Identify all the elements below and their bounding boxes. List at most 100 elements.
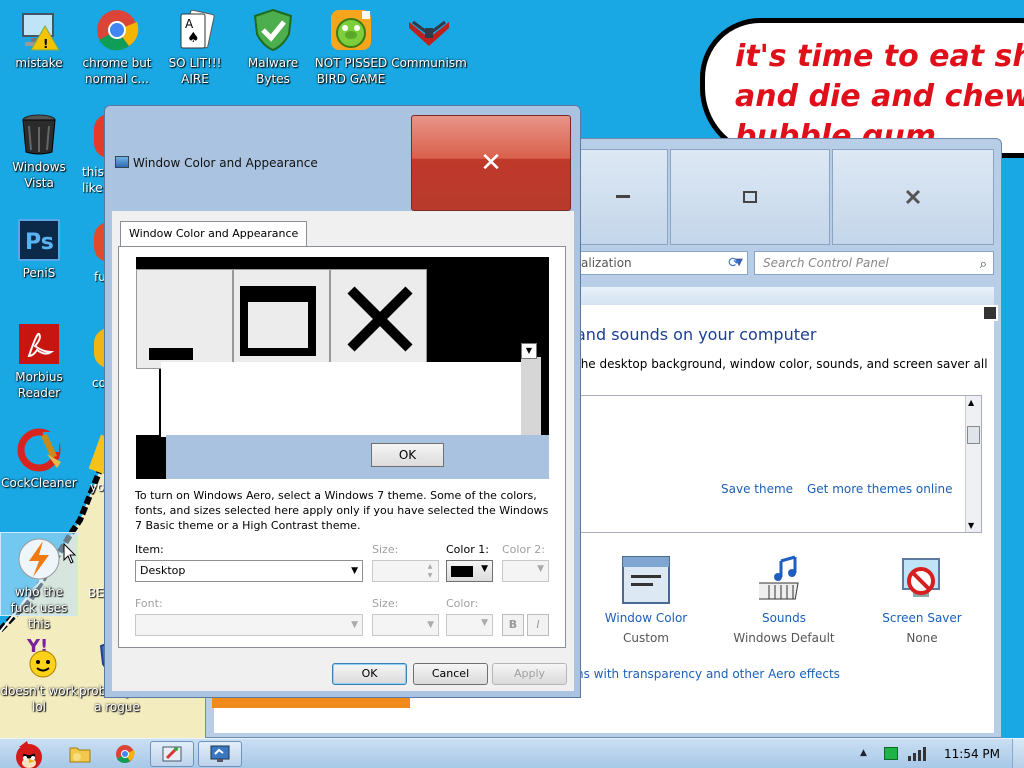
minimize-button[interactable]	[578, 149, 668, 245]
dialog-client-area: Window Color and Appearance ▼ OK To turn…	[112, 211, 574, 691]
window-color-dialog[interactable]: Window Color and Appearance ✕ Window Col…	[104, 105, 581, 698]
desktop-icon-solitaire[interactable]: A ♠ SO LIT!!! AIRE	[156, 8, 234, 87]
window-color-item[interactable]: Window Color Custom	[586, 555, 706, 645]
desktop-icon-label: NOT PISSED BIRD GAME	[314, 56, 388, 86]
close-icon	[347, 286, 413, 352]
address-bar[interactable]: alization ▼	[576, 251, 748, 275]
minimize-icon	[616, 195, 630, 198]
aero-effects-link[interactable]: ns with transparency and other Aero effe…	[576, 667, 840, 681]
get-more-themes-link[interactable]: Get more themes online	[807, 482, 953, 496]
desktop-icon-chrome[interactable]: chrome but normal c...	[78, 8, 156, 87]
desktop-icon-mistake[interactable]: ! mistake	[0, 8, 78, 71]
taskbar-window-color[interactable]	[198, 741, 242, 767]
item-label: Item:	[135, 543, 164, 556]
tray-expand-icon[interactable]: ▲	[860, 748, 867, 758]
taskbar-personalization[interactable]	[150, 741, 194, 767]
desktop-icon-label: yo	[90, 480, 104, 494]
bold-button[interactable]: B	[502, 614, 524, 636]
desktop-icon-label: Malware Bytes	[247, 56, 299, 86]
scroll-down-icon[interactable]: ▼	[968, 521, 974, 530]
sounds-item[interactable]: Sounds Windows Default	[724, 555, 844, 645]
playing-cards-icon: A ♠	[173, 8, 217, 52]
spin-up-icon[interactable]: ▲	[424, 562, 436, 571]
yahoo-smiley-icon: Y!	[17, 636, 61, 680]
close-icon: ✕	[480, 148, 502, 178]
speech-bubble: it's time to eat shit and die and chew b…	[700, 18, 1024, 158]
spin-down-icon[interactable]: ▼	[424, 571, 436, 580]
close-button[interactable]	[832, 149, 994, 245]
minimize-icon	[149, 348, 193, 360]
taskbar-chrome[interactable]	[103, 741, 147, 767]
desktop-icon-photoshop[interactable]: Ps PeniS	[0, 218, 78, 281]
desktop-icon-label: this like	[82, 165, 104, 195]
desktop-icon-label: fu	[94, 270, 104, 284]
size-label: Size:	[372, 543, 399, 556]
desktop-icon-morbius-reader[interactable]: Morbius Reader	[0, 322, 78, 401]
network-icon[interactable]	[906, 746, 928, 762]
item-select-value: Desktop	[140, 564, 186, 577]
desktop-icon-cockcleaner[interactable]: CockCleaner	[0, 428, 78, 491]
chevron-down-icon: ▼	[481, 564, 488, 574]
maximize-button[interactable]	[670, 149, 830, 245]
tab-window-color[interactable]: Window Color and Appearance	[120, 221, 308, 246]
desktop-icon-bird-game[interactable]: NOT PISSED BIRD GAME	[312, 8, 390, 87]
desktop-icon-windows-vista[interactable]: Windows Vista	[0, 112, 78, 191]
lightning-icon	[17, 537, 61, 581]
screen-saver-item[interactable]: Screen Saver None	[862, 555, 982, 645]
desktop-icon-yahoo[interactable]: Y! doesn't work lol	[0, 636, 78, 715]
page-heading: and sounds on your computer	[576, 325, 817, 344]
item-title: Window Color	[604, 611, 688, 625]
maximize-icon	[240, 286, 316, 356]
chevron-down-icon: ▼	[427, 620, 434, 630]
clock[interactable]: 11:54 PM	[944, 747, 1000, 761]
green-pig-icon	[329, 8, 373, 52]
theme-list[interactable]: Save theme Get more themes online ▲ ▼	[576, 395, 982, 533]
scroll-thumb[interactable]	[967, 426, 980, 444]
help-icon[interactable]	[982, 305, 998, 321]
size-spinner[interactable]: ▲ ▼	[372, 560, 439, 582]
taskbar-explorer[interactable]	[58, 741, 102, 767]
svg-text:♠: ♠	[187, 30, 200, 46]
item-subtitle: None	[906, 631, 938, 645]
red-bird-icon	[16, 741, 42, 768]
italic-button[interactable]: I	[527, 614, 549, 636]
font-color-picker[interactable]: ▼	[446, 614, 493, 636]
color1-picker[interactable]: ▼	[446, 560, 493, 582]
scrollbar[interactable]: ▲ ▼	[965, 396, 981, 532]
close-icon	[905, 189, 921, 205]
desktop-icon-communism[interactable]: Communism	[390, 8, 468, 71]
color-swatch	[451, 566, 473, 577]
folder-icon	[69, 747, 91, 763]
cancel-button[interactable]: Cancel	[413, 663, 488, 685]
font-select[interactable]: ▼	[135, 614, 363, 636]
color2-picker[interactable]: ▼	[502, 560, 549, 582]
battery-icon[interactable]	[884, 747, 898, 760]
address-text: alization	[581, 256, 632, 270]
personalization-icon	[162, 746, 182, 762]
recycle-bin-icon	[17, 112, 61, 156]
chevron-down-icon: ▼	[351, 620, 358, 630]
tab-panel: ▼ OK To turn on Windows Aero, select a W…	[118, 246, 566, 648]
save-theme-link[interactable]: Save theme	[721, 482, 793, 496]
font-size-select[interactable]: ▼	[372, 614, 439, 636]
show-desktop-button[interactable]	[1012, 739, 1024, 768]
search-icon[interactable]: ⌕	[980, 254, 987, 276]
scroll-up-icon[interactable]: ▲	[968, 398, 974, 407]
ok-button[interactable]: OK	[332, 663, 407, 685]
svg-text:A: A	[185, 17, 194, 31]
aero-info-text: To turn on Windows Aero, select a Window…	[135, 489, 549, 532]
desktop-icon-label: SO LIT!!! AIRE	[168, 56, 222, 86]
desktop-icon-label: CockCleaner	[1, 476, 77, 490]
item-select[interactable]: Desktop ▼	[135, 560, 363, 582]
dialog-close-button[interactable]: ✕	[411, 115, 571, 211]
font-color-label: Color:	[446, 597, 479, 610]
preview-maximize-button	[233, 269, 330, 369]
search-input[interactable]: Search Control Panel ⌕	[754, 251, 994, 275]
apply-button[interactable]: Apply	[492, 663, 567, 685]
desktop-icon-malwarebytes[interactable]: Malware Bytes	[234, 8, 312, 87]
pdf-reader-icon	[17, 322, 61, 366]
refresh-icon[interactable]: ⟳	[724, 254, 744, 272]
preview-close-button	[330, 269, 427, 369]
chevron-down-icon: ▼	[537, 564, 544, 574]
start-button[interactable]	[0, 741, 58, 768]
